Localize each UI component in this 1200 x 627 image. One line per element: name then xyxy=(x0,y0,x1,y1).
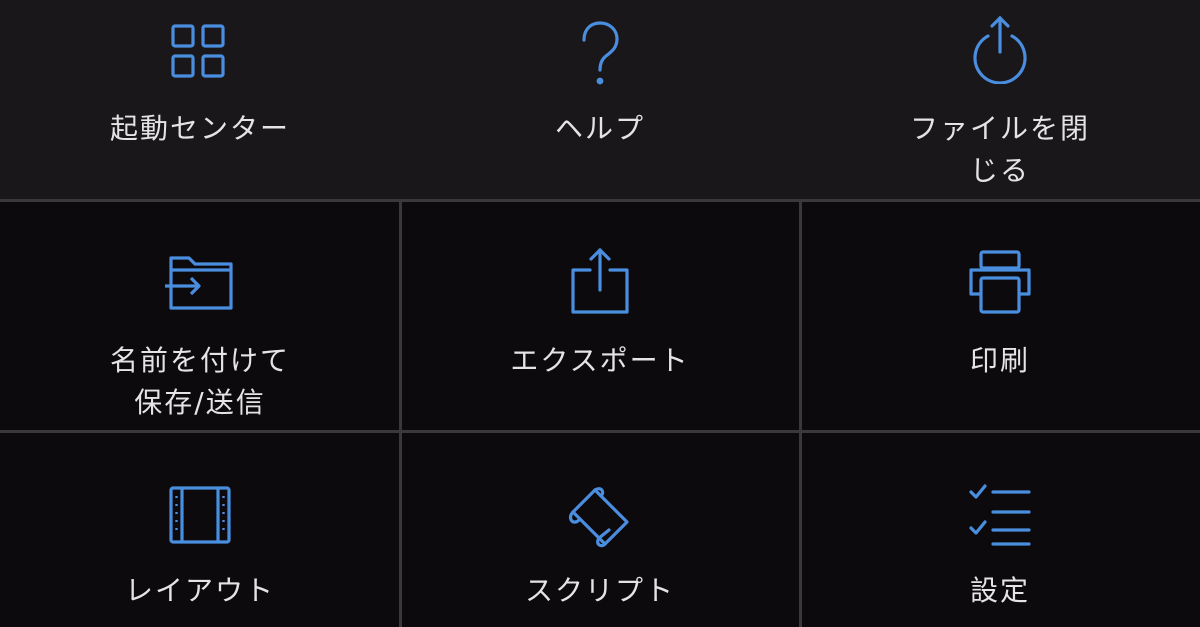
scripts-label: スクリプト xyxy=(524,574,675,607)
layout-button[interactable]: レイアウト xyxy=(0,430,400,627)
script-scroll-icon xyxy=(565,484,635,554)
divider-col-2 xyxy=(799,200,802,627)
folder-arrow-icon xyxy=(165,248,235,318)
close-file-button[interactable]: ファイルを閉 じる xyxy=(800,0,1200,200)
settings-label: 設定 xyxy=(969,574,1030,607)
divider-col-1 xyxy=(399,200,402,627)
help-button[interactable]: ヘルプ xyxy=(400,0,800,200)
checklist-icon xyxy=(965,480,1035,550)
export-button[interactable]: エクスポート xyxy=(400,200,800,430)
divider-row-1 xyxy=(0,199,1200,202)
help-label: ヘルプ xyxy=(554,112,645,145)
power-icon xyxy=(965,14,1035,84)
share-icon xyxy=(565,246,635,316)
divider-row-2 xyxy=(0,430,1200,433)
film-layout-icon xyxy=(165,480,235,550)
save-as-send-label: 名前を付けて 保存/送信 xyxy=(109,344,290,419)
question-mark-icon xyxy=(565,18,635,88)
export-label: エクスポート xyxy=(510,344,690,377)
layout-label: レイアウト xyxy=(124,574,275,607)
print-button[interactable]: 印刷 xyxy=(800,200,1200,430)
printer-icon xyxy=(965,248,1035,318)
print-label: 印刷 xyxy=(969,344,1030,377)
launch-center-button[interactable]: 起動センター xyxy=(0,0,400,200)
grid-icon xyxy=(165,18,235,88)
file-menu-grid: 起動センター ヘルプ ファイルを閉 じる 名前を付けて 保存/送信 エクスポート… xyxy=(0,0,1200,627)
settings-button[interactable]: 設定 xyxy=(800,430,1200,627)
save-as-send-button[interactable]: 名前を付けて 保存/送信 xyxy=(0,200,400,430)
launch-center-label: 起動センター xyxy=(109,112,290,145)
scripts-button[interactable]: スクリプト xyxy=(400,430,800,627)
close-file-label: ファイルを閉 じる xyxy=(909,112,1090,187)
